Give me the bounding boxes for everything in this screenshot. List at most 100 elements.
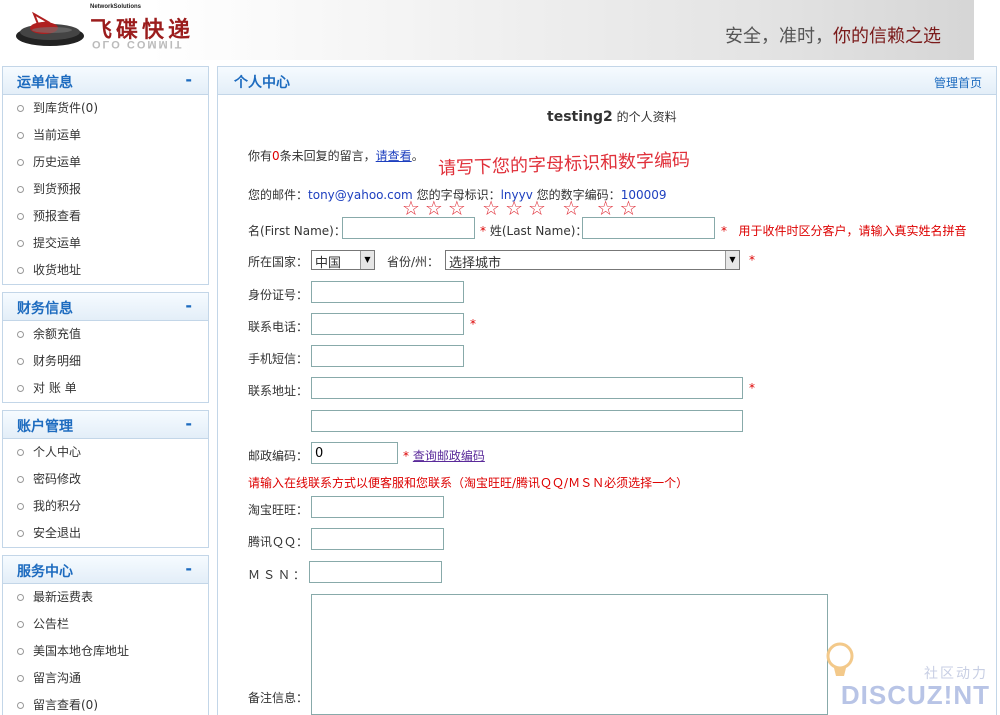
qq-input[interactable] (311, 528, 444, 550)
sidebar-item-label: 公告栏 (33, 617, 70, 631)
sidebar-item-message[interactable]: 留言沟通 (3, 665, 208, 692)
msg-mid: 条未回复的留言， (279, 149, 376, 163)
bullet-icon (17, 105, 24, 112)
sidebar-item-notice[interactable]: 公告栏 (3, 611, 208, 638)
taobao-input[interactable] (311, 496, 444, 518)
address-label: 联系地址： (248, 384, 309, 398)
sidebar-item-password[interactable]: 密码修改 (3, 466, 208, 493)
sidebar-item-statement[interactable]: 对 账 单 (3, 375, 208, 402)
sidebar-item-label: 财务明细 (33, 354, 82, 368)
sidebar-item-label: 留言查看(0) (33, 698, 98, 712)
dropdown-arrow-icon: ▼ (360, 251, 374, 269)
sidebar-item-forecast-view[interactable]: 预报查看 (3, 203, 208, 230)
sidebar-item-current[interactable]: 当前运单 (3, 122, 208, 149)
collapse-toggle[interactable]: - (185, 559, 192, 578)
sidebar-box-finance: 财务信息 - 余额充值 财务明细 对 账 单 (2, 292, 209, 403)
lastname-input[interactable] (582, 217, 715, 239)
msg-end: 。 (411, 149, 424, 163)
taobao-label: 淘宝旺旺： (248, 503, 309, 517)
mobile-input[interactable] (311, 345, 464, 367)
phone-input[interactable] (311, 313, 464, 335)
province-select[interactable]: 选择城市 ▼ (445, 250, 740, 271)
sidebar-item-label: 当前运单 (33, 128, 82, 142)
bullet-icon (17, 159, 24, 166)
idcard-input[interactable] (311, 281, 464, 303)
sidebar-item-label: 安全退出 (33, 526, 82, 540)
lastname-label: 姓(Last Name)： (489, 224, 588, 238)
zip-input[interactable] (311, 442, 398, 464)
name-hint-text: 用于收件时区分客户，请输入真实姓名拼音 (738, 224, 967, 238)
letter-id-label: 您的字母标识： (416, 188, 501, 202)
sidebar-item-arrived[interactable]: 到库货件(0) (3, 95, 208, 122)
collapse-toggle[interactable]: - (185, 414, 192, 433)
dropdown-arrow-icon: ▼ (725, 251, 739, 269)
sidebar-item-recharge[interactable]: 余额充值 (3, 321, 208, 348)
bullet-icon (17, 476, 24, 483)
msn-input[interactable] (309, 561, 442, 583)
sidebar-item-message-view[interactable]: 留言查看(0) (3, 692, 208, 715)
sidebar-item-label: 美国本地仓库地址 (33, 644, 130, 658)
slogan-part1: 安全，准时， (725, 26, 833, 47)
sidebar-box-account: 账户管理 - 个人中心 密码修改 我的积分 安全退出 (2, 410, 209, 548)
sidebar-box-title: 账户管理 (17, 419, 73, 435)
sidebar-box-service: 服务中心 - 最新运费表 公告栏 美国本地仓库地址 留言沟通 留言查看(0) (2, 555, 209, 715)
letter-id-value: lnyyv (500, 188, 533, 202)
bullet-icon (17, 594, 24, 601)
profile-heading: testing2 的个人资料 (547, 108, 677, 125)
qq-label: 腾讯ＱＱ： (248, 535, 309, 549)
sidebar-item-points[interactable]: 我的积分 (3, 493, 208, 520)
address-input-line1[interactable] (311, 377, 743, 399)
required-mark: * (403, 449, 409, 463)
sidebar-item-finance-detail[interactable]: 财务明细 (3, 348, 208, 375)
sidebar-box-title: 服务中心 (17, 564, 73, 580)
lastname-label-wrap: * 姓(Last Name)： (480, 222, 587, 239)
required-mark: * (749, 381, 755, 395)
sidebar-item-profile[interactable]: 个人中心 (3, 439, 208, 466)
sidebar-item-label: 提交运单 (33, 236, 82, 250)
sidebar-item-logout[interactable]: 安全退出 (3, 520, 208, 547)
bullet-icon (17, 702, 24, 709)
remark-textarea[interactable] (311, 594, 828, 715)
sidebar-item-label: 最新运费表 (33, 590, 94, 604)
country-select[interactable]: 中国 ▼ (311, 250, 375, 271)
name-hint: * 用于收件时区分客户，请输入真实姓名拼音 (721, 222, 966, 239)
sidebar-item-label: 预报查看 (33, 209, 82, 223)
bullet-icon (17, 132, 24, 139)
country-value: 中国 (315, 256, 342, 271)
bullet-icon (17, 358, 24, 365)
email-value: tony@yahoo.com (308, 188, 413, 202)
bullet-icon (17, 240, 24, 247)
address-input-line2[interactable] (311, 410, 743, 432)
zip-lookup-link[interactable]: 查询邮政编码 (413, 449, 485, 463)
sidebar-item-history[interactable]: 历史运单 (3, 149, 208, 176)
sidebar-box-waybill: 运单信息 - 到库货件(0) 当前运单 历史运单 到货预报 预报查看 提交运单 … (2, 66, 209, 285)
sidebar-item-warehouse[interactable]: 美国本地仓库地址 (3, 638, 208, 665)
required-mark: * (470, 317, 476, 331)
sidebar-box-header: 账户管理 - (3, 411, 208, 439)
sidebar-item-address[interactable]: 收货地址 (3, 257, 208, 284)
bullet-icon (17, 186, 24, 193)
page-title: 个人中心 (234, 75, 290, 91)
admin-home-link[interactable]: 管理首页 (934, 74, 982, 91)
zip-lookup: * 查询邮政编码 (403, 447, 485, 464)
account-info: 您的邮件：tony@yahoo.com 您的字母标识：lnyyv 您的数字编码：… (248, 186, 667, 203)
sidebar-item-label: 留言沟通 (33, 671, 82, 685)
sidebar: 运单信息 - 到库货件(0) 当前运单 历史运单 到货预报 预报查看 提交运单 … (2, 66, 209, 715)
sidebar-item-label: 个人中心 (33, 445, 82, 459)
collapse-toggle[interactable]: - (185, 70, 192, 89)
required-mark: * (749, 253, 755, 267)
sidebar-box-title: 财务信息 (17, 301, 73, 317)
bullet-icon (17, 648, 24, 655)
sidebar-item-forecast[interactable]: 到货预报 (3, 176, 208, 203)
message-notice: 你有0条未回复的留言，请查看。 (248, 147, 424, 164)
profile-username: testing2 (547, 109, 613, 125)
sidebar-item-rates[interactable]: 最新运费表 (3, 584, 208, 611)
ufo-logo-icon (16, 11, 84, 46)
view-messages-link[interactable]: 请查看 (376, 149, 412, 163)
bullet-icon (17, 621, 24, 628)
collapse-toggle[interactable]: - (185, 296, 192, 315)
required-mark: * (480, 224, 486, 238)
firstname-input[interactable] (342, 217, 475, 239)
sidebar-item-submit[interactable]: 提交运单 (3, 230, 208, 257)
sidebar-item-label: 余额充值 (33, 327, 82, 341)
